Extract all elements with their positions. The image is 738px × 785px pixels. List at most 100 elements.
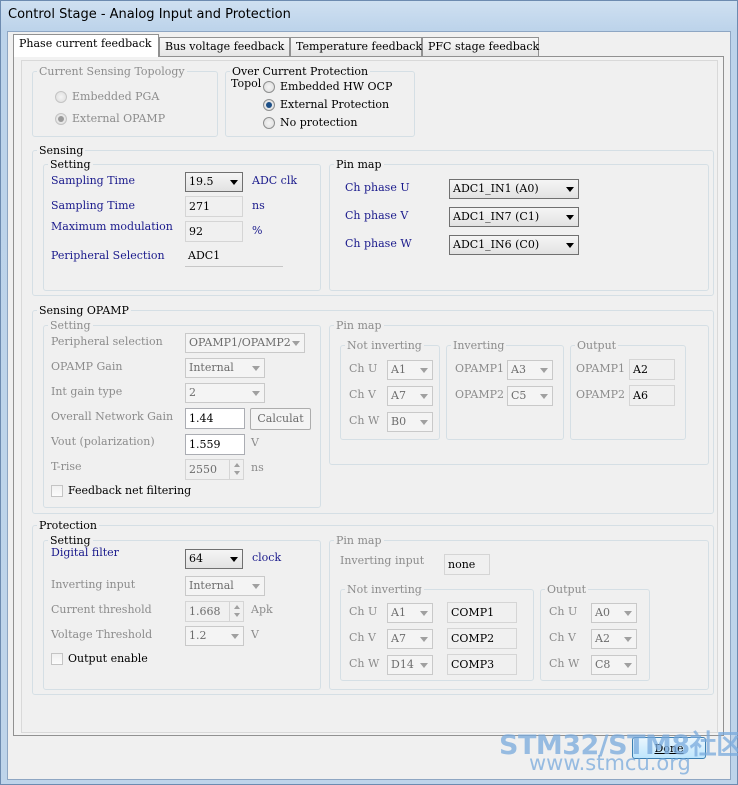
feedback-net-filtering-label: Feedback net filtering	[68, 484, 192, 497]
sampling-time-select[interactable]: 19.5	[185, 172, 243, 192]
opamp-output-title: Output	[575, 339, 619, 352]
comp2-field: COMP2	[447, 628, 517, 649]
output-enable-checkbox[interactable]	[51, 653, 63, 665]
opamp-output-group: Output OPAMP1 A2 OPAMP2 A6	[570, 340, 686, 440]
embedded-pga-label: Embedded PGA	[72, 90, 160, 103]
sampling-time-ns-field: 271	[185, 196, 243, 217]
out-opamp2-label: OPAMP2	[576, 388, 626, 401]
chevron-down-icon	[230, 180, 238, 185]
chevron-down-icon	[230, 557, 238, 562]
external-protection-radio[interactable]	[263, 99, 275, 111]
opamp-ch-u-select[interactable]: A1	[387, 360, 433, 380]
comp1-field: COMP1	[447, 602, 517, 623]
prot-out-ch-w-select[interactable]: C8	[591, 655, 637, 675]
inv-opamp2-select[interactable]: C5	[507, 386, 553, 406]
voltage-threshold-select[interactable]: 1.2	[185, 626, 244, 646]
prot-noninverting-title: Not inverting	[345, 583, 424, 596]
sensing-opamp-title: Sensing OPAMP	[37, 304, 131, 317]
overall-network-gain-label: Overall Network Gain	[51, 410, 174, 423]
pin-inverting-input-label: Inverting input	[340, 554, 425, 567]
prot-ni-ch-u-select[interactable]: A1	[387, 603, 433, 623]
int-gain-type-label: Int gain type	[51, 385, 123, 398]
opamp-ch-v-label: Ch V	[349, 388, 376, 401]
int-gain-type-select[interactable]: 2	[185, 383, 265, 403]
vout-unit: V	[251, 436, 259, 449]
opamp-gain-select[interactable]: Internal	[185, 358, 265, 378]
prot-ni-ch-v-label: Ch V	[349, 631, 376, 644]
opamp-gain-label: OPAMP Gain	[51, 360, 123, 373]
dialog-window: Control Stage - Analog Input and Protect…	[0, 0, 738, 785]
prot-output-group: Output Ch U A0 Ch V A2 Ch W C8	[540, 584, 650, 681]
spinner-arrows-icon[interactable]	[229, 460, 243, 479]
current-threshold-unit: Apk	[251, 603, 273, 616]
current-threshold-spinbox[interactable]: 1.668	[185, 601, 244, 622]
ch-phase-u-select[interactable]: ADC1_IN1 (A0)	[449, 179, 579, 199]
output-enable-label: Output enable	[68, 652, 148, 665]
inv-opamp1-select[interactable]: A3	[507, 360, 553, 380]
embedded-hw-ocp-label: Embedded HW OCP	[280, 80, 393, 93]
calculate-button[interactable]: Calculat	[250, 408, 311, 430]
tab-pfc-stage-feedback[interactable]: PFC stage feedback	[422, 37, 539, 56]
opamp-ch-v-select[interactable]: A7	[387, 386, 433, 406]
digital-filter-unit: clock	[252, 551, 282, 564]
window-title: Control Stage - Analog Input and Protect…	[8, 7, 291, 22]
prot-ni-ch-v-select[interactable]: A7	[387, 629, 433, 649]
watermark-url: www.stmcu.org	[529, 751, 691, 775]
title-bar[interactable]: Control Stage - Analog Input and Protect…	[1, 1, 737, 31]
sampling-time-label: Sampling Time	[51, 174, 136, 187]
chevron-down-icon	[252, 391, 260, 396]
protection-pinmap-group: Pin map Inverting input none Not inverti…	[329, 535, 709, 690]
opamp-ch-w-select[interactable]: B0	[387, 412, 433, 432]
maximum-modulation-label: Maximum modulation	[51, 220, 173, 233]
chevron-down-icon	[252, 584, 260, 589]
sensing-opamp-group: Sensing OPAMP Setting Peripheral selecti…	[32, 305, 714, 514]
tab-panel: Current Sensing Topology Embedded PGA Ex…	[13, 56, 724, 736]
chevron-down-icon	[252, 366, 260, 371]
tab-temperature-feedback[interactable]: Temperature feedback	[290, 37, 422, 56]
opamp-inverting-title: Inverting	[451, 339, 507, 352]
peripheral-selection-label: Peripheral Selection	[51, 249, 165, 262]
opamp-peripheral-label: Peripheral selection	[51, 335, 163, 348]
prot-out-ch-v-select[interactable]: A2	[591, 629, 637, 649]
ch-phase-v-select[interactable]: ADC1_IN7 (C1)	[449, 207, 579, 227]
t-rise-unit: ns	[251, 461, 264, 474]
chevron-down-icon	[420, 420, 428, 425]
embedded-hw-ocp-radio[interactable]	[263, 81, 275, 93]
t-rise-spinbox[interactable]: 2550	[185, 459, 244, 480]
chevron-down-icon	[420, 637, 428, 642]
out-opamp1-field: A2	[629, 359, 675, 380]
chevron-down-icon	[624, 637, 632, 642]
t-rise-label: T-rise	[51, 460, 82, 473]
no-protection-radio[interactable]	[263, 117, 275, 129]
prot-ni-ch-w-select[interactable]: D14	[387, 655, 433, 675]
prot-output-title: Output	[545, 583, 589, 596]
current-threshold-label: Current threshold	[51, 603, 152, 616]
sensing-group: Sensing Setting Sampling Time 19.5 ADC c…	[32, 145, 714, 296]
opamp-noninverting-title: Not inverting	[345, 339, 424, 352]
prot-out-ch-u-label: Ch U	[549, 605, 578, 618]
prot-out-ch-w-label: Ch W	[549, 657, 580, 670]
inv-opamp1-label: OPAMP1	[455, 362, 505, 375]
over-current-protection-group: Over Current Protection Topol Embedded H…	[225, 66, 415, 137]
opamp-noninverting-group: Not inverting Ch U A1 Ch V A7 Ch W B0	[340, 340, 440, 440]
sampling-time-ns-label: Sampling Time	[51, 199, 136, 212]
overall-network-gain-field[interactable]: 1.44	[185, 408, 245, 429]
chevron-down-icon	[420, 394, 428, 399]
vout-polarization-field[interactable]: 1.559	[185, 434, 245, 455]
peripheral-selection-field: ADC1	[185, 246, 283, 267]
out-opamp1-label: OPAMP1	[576, 362, 626, 375]
digital-filter-select[interactable]: 64	[185, 549, 243, 569]
sensing-pinmap-title: Pin map	[334, 158, 384, 171]
tab-bus-voltage-feedback[interactable]: Bus voltage feedback	[159, 37, 290, 56]
no-protection-label: No protection	[280, 116, 358, 129]
opamp-peripheral-select[interactable]: OPAMP1/OPAMP2	[185, 333, 305, 353]
prot-out-ch-u-select[interactable]: A0	[591, 603, 637, 623]
prot-inverting-input-select[interactable]: Internal	[185, 576, 265, 596]
spinner-arrows-icon[interactable]	[229, 602, 243, 621]
voltage-threshold-unit: V	[251, 628, 259, 641]
ch-phase-w-select[interactable]: ADC1_IN6 (C0)	[449, 235, 579, 255]
tab-phase-current-feedback[interactable]: Phase current feedback	[13, 34, 159, 57]
external-opamp-radio[interactable]	[55, 113, 67, 125]
feedback-net-filtering-checkbox[interactable]	[51, 485, 63, 497]
embedded-pga-radio[interactable]	[55, 91, 67, 103]
